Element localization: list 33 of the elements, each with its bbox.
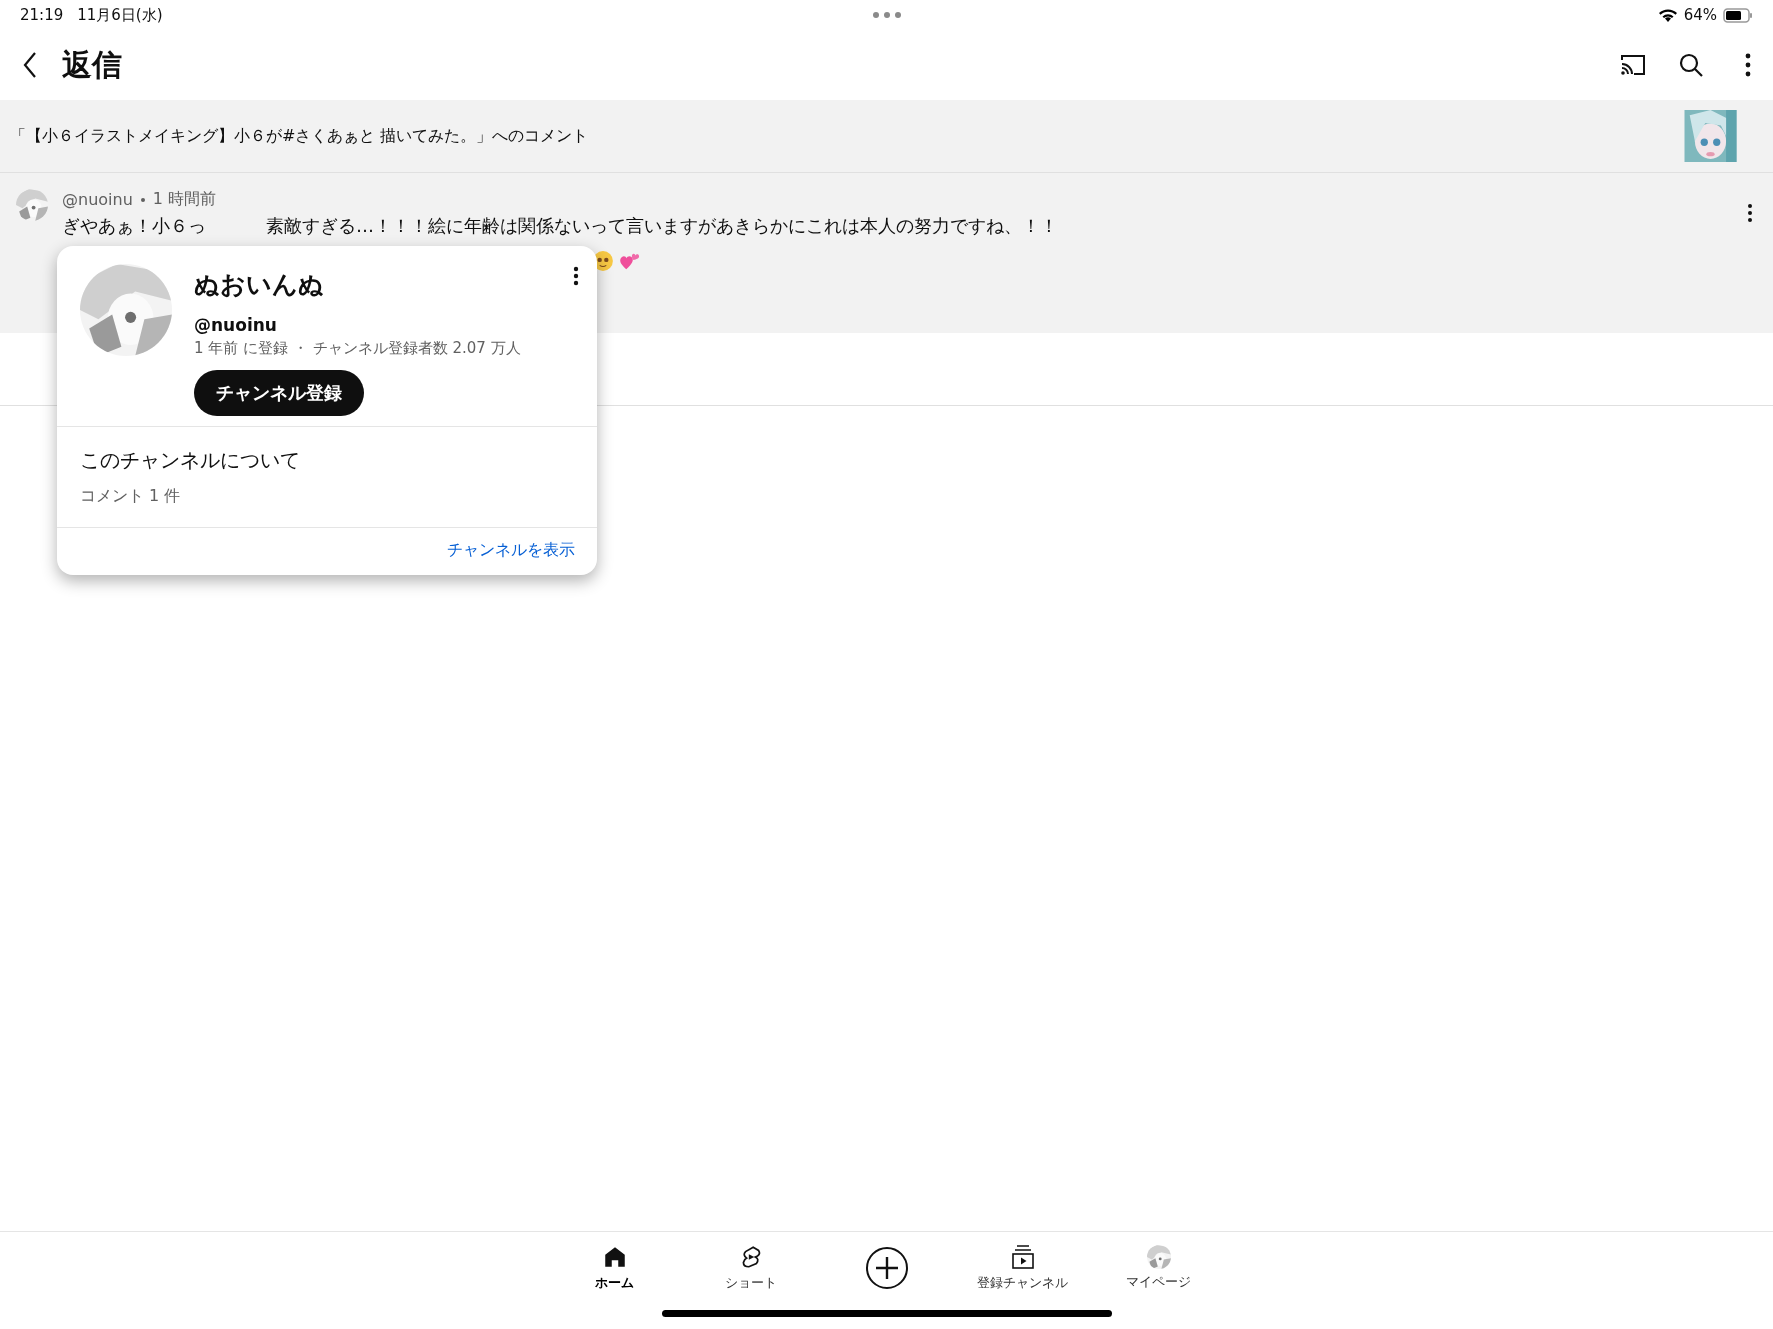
view-channel-link[interactable]: チャンネルを表示 xyxy=(447,540,575,561)
status-date: 11月6日(水) xyxy=(77,5,163,25)
nav-tab[interactable]: マイページ xyxy=(1108,1245,1209,1291)
about-heading: このチャンネルについて xyxy=(80,447,301,474)
cast-icon[interactable] xyxy=(1619,52,1647,78)
subscriptions-icon xyxy=(1009,1244,1036,1270)
video-title: 「【小６イラストメイキング】小６が#さくあぁと 描いてみた。」へのコメント xyxy=(10,125,589,147)
more-icon[interactable] xyxy=(573,266,579,286)
comment-count: コメント 1 件 xyxy=(80,486,182,507)
back-icon[interactable] xyxy=(22,51,38,79)
status-time: 21:19 xyxy=(20,5,64,25)
comment-text: ぎやあぁ！小６っ xyxy=(62,214,206,238)
create-icon xyxy=(864,1246,909,1290)
battery-icon xyxy=(1723,7,1753,23)
more-icon[interactable] xyxy=(1745,53,1751,77)
channel-stats: 1 年前 に登録 ・ チャンネル登録者数 2.07 万人 xyxy=(194,339,521,358)
comment-time: 1 時間前 xyxy=(152,189,217,210)
page-title: 返信 xyxy=(62,45,122,84)
channel-handle: @nuoinu xyxy=(194,315,277,335)
nav-tab[interactable]: 登録チャンネル xyxy=(972,1244,1073,1292)
channel-name: ぬおいんぬ xyxy=(194,269,324,301)
nav-tab[interactable]: ショート xyxy=(700,1244,801,1292)
wifi-icon xyxy=(1657,7,1678,23)
multitask-dots-icon[interactable] xyxy=(871,11,902,19)
search-icon[interactable] xyxy=(1677,52,1705,78)
comment-more-icon[interactable] xyxy=(1747,203,1753,223)
comment-text: 素敵すぎる…！！！絵に年齢は関係ないって言いますがあきらかにこれは本人の努力ですね、！！ xyxy=(266,214,1058,238)
battery-percent: 64% xyxy=(1683,6,1717,24)
subscribe-button[interactable]: チャンネル登録 xyxy=(194,370,364,416)
separator-dot-icon xyxy=(140,197,145,202)
comment-author[interactable]: @nuoinu xyxy=(62,190,133,209)
nav-tab[interactable]: ホーム xyxy=(564,1244,665,1292)
video-banner[interactable]: 「【小６イラストメイキング】小６が#さくあぁと 描いてみた。」へのコメント xyxy=(0,100,1773,173)
